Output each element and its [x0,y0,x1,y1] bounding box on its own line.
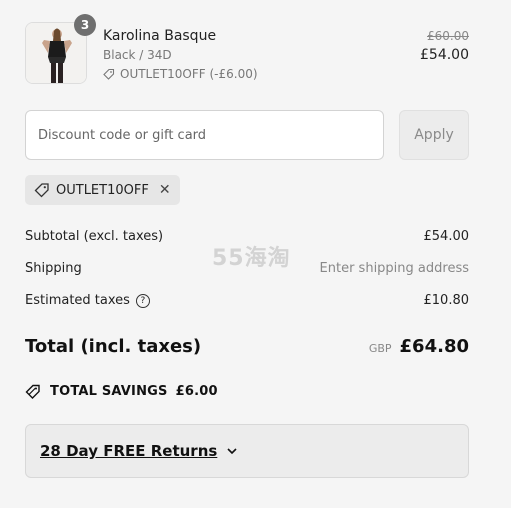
original-price: £60.00 [427,29,469,43]
remove-code-icon[interactable]: ✕ [159,182,171,198]
total-savings: TOTAL SAVINGS £6.00 [25,383,218,400]
product-variant: Black / 34D [103,48,172,62]
product-discount-label: OUTLET10OFF (-£6.00) [120,67,258,81]
total-label: Total (incl. taxes) [25,336,202,357]
apply-button[interactable]: Apply [399,110,469,160]
returns-label[interactable]: 28 Day FREE Returns [40,442,217,460]
total-amount: GBP £64.80 [369,336,469,357]
help-icon[interactable]: ? [135,293,150,308]
taxes-value: £10.80 [423,293,470,308]
applied-discount-chip: OUTLET10OFF ✕ [25,175,180,205]
taxes-label: Estimated taxes [25,293,130,308]
product-title: Karolina Basque [103,28,217,44]
tag-icon [103,68,115,80]
tag-icon [34,183,49,198]
shipping-value: Enter shipping address [319,261,469,276]
applied-code-label: OUTLET10OFF [56,182,149,198]
watermark-text: 55海淘 [212,246,291,271]
total-currency: GBP [368,342,392,355]
returns-accordion[interactable]: 28 Day FREE Returns [25,424,469,478]
total-value: £64.80 [399,336,469,357]
product-price: £54.00 [420,47,469,63]
chevron-down-icon[interactable] [227,447,237,455]
savings-value: £6.00 [175,384,218,399]
shipping-label: Shipping [25,261,82,276]
quantity-badge: 3 [74,14,96,36]
savings-label: TOTAL SAVINGS [50,384,168,399]
savings-tag-icon [25,384,40,399]
product-discount: OUTLET10OFF (-£6.00) [103,67,258,81]
subtotal-label: Subtotal (excl. taxes) [25,229,164,244]
subtotal-value: £54.00 [423,229,470,244]
taxes-row: Estimated taxes? [25,293,150,308]
discount-code-input[interactable] [25,110,384,160]
